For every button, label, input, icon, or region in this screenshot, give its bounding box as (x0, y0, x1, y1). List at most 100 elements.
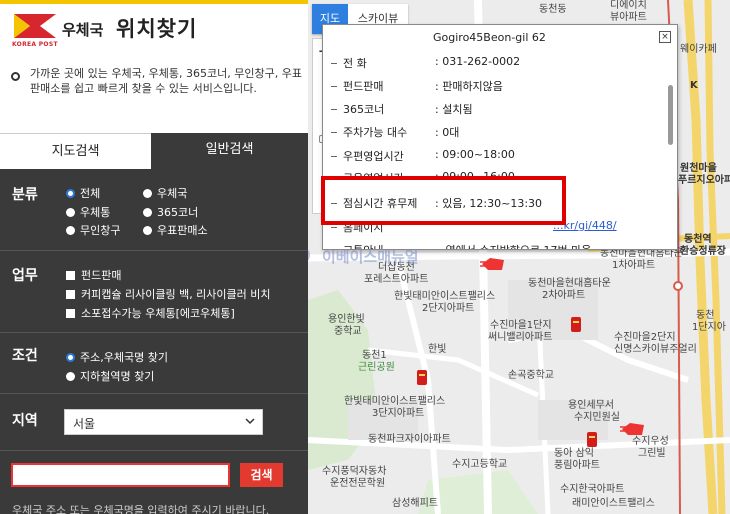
close-icon[interactable]: × (659, 31, 671, 43)
info-row-fund: 펀드판매: 판매하지않음 (323, 78, 643, 98)
map-label: 수지풍덕자동차 (322, 466, 387, 477)
map-view[interactable]: 동천동 디에이치 뷰아파트 웨이카페 K 원천마을 푸르지오아파트 동천마을현대… (308, 0, 730, 514)
post-office-marker-icon[interactable] (480, 256, 506, 272)
map-label: 근린공원 (358, 362, 395, 373)
condition-title: 조건 (12, 348, 38, 364)
info-row-postal-hours: 우편영업시간: 09:00~18:00 (323, 148, 643, 168)
radio-category-unmanned[interactable]: 무인창구 (66, 222, 120, 238)
map-label: 동천 (696, 310, 715, 321)
chevron-down-icon (245, 418, 255, 425)
map-label: 중학교 (334, 326, 362, 337)
map-label: 신명스카이뷰주얼리 (614, 344, 697, 355)
info-scrollbar[interactable] (668, 85, 673, 145)
checkbox-icon (66, 290, 75, 299)
info-row-parking: 주차가능 대수: 0대 (323, 124, 643, 144)
map-label: 2단지아파트 (422, 303, 475, 314)
divider (0, 332, 308, 333)
checkbox-icon (66, 271, 75, 280)
info-address: Gogiro45Beon-gil 62 (433, 31, 546, 44)
divider (0, 450, 308, 451)
map-label: 수진마을2단지 (614, 332, 676, 343)
map-label: 써니밸리아파트 (488, 332, 553, 343)
business-title: 업무 (12, 268, 38, 284)
map-label: 래미안이스트팰리스 (572, 498, 655, 509)
search-input[interactable] (11, 463, 230, 487)
map-label: 한빛 (428, 344, 447, 355)
checkbox-icon (66, 309, 75, 318)
logo-text: KOREA POST (12, 41, 58, 48)
map-label: 한빛태미안이스트팰리스 (394, 291, 496, 302)
title-prefix: 우체국 (62, 21, 104, 39)
search-hint: 우체국 주소 또는 우체국명을 입력하여 주시기 바랍니다. (12, 504, 270, 514)
map-label: 3단지아파트 (372, 408, 425, 419)
radio-category-all[interactable]: 전체 (66, 185, 100, 201)
map-label: 1차아파트 (612, 260, 656, 271)
checkbox-fund-sales[interactable]: 펀드판매 (66, 267, 121, 283)
map-label: 풍림아파트 (554, 460, 600, 471)
map-label: 뷰아파트 (610, 12, 647, 23)
mailbox-marker-icon[interactable] (416, 369, 428, 386)
info-row-phone: 전 화: 031-262-0002 (323, 55, 643, 75)
divider (0, 393, 308, 394)
radio-selected-icon (66, 189, 75, 198)
radio-icon (143, 189, 152, 198)
map-label: 그린빌 (638, 448, 666, 459)
map-label: 환승정류장 (680, 246, 726, 257)
watermark-text: 이베이스매뉴얼 (322, 248, 419, 266)
tab-normal-search[interactable]: 일반검색 (151, 133, 308, 169)
region-value: 서울 (73, 417, 96, 431)
service-description: 가까운 곳에 있는 우체국, 우체통, 365코너, 무인창구, 우표판매소를 … (30, 67, 302, 95)
map-label: 수지고등학교 (452, 459, 508, 470)
region-select[interactable]: 서울 (64, 409, 263, 435)
radio-icon (143, 226, 152, 235)
left-panel: KOREA POST 우체국 위치찾기 가까운 곳에 있는 우체국, 우체통, … (0, 0, 308, 514)
map-label: 운전전문학원 (330, 478, 386, 489)
post-office-marker-icon[interactable] (620, 421, 646, 437)
radio-icon (66, 372, 75, 381)
map-label: 수진마을1단지 (490, 320, 552, 331)
radio-condition-address[interactable]: 주소,우체국명 찾기 (66, 349, 168, 365)
lunch-break-highlight-box (321, 176, 566, 225)
radio-selected-icon (66, 353, 75, 362)
map-label: 동천마을현대홈타운 (528, 278, 611, 289)
map-label: 동천파크자이아파트 (368, 434, 451, 445)
map-label: 동천역 (684, 234, 712, 245)
divider (0, 250, 308, 251)
map-label: 용인세무서 (568, 400, 614, 411)
map-label: 용인한빛 (328, 314, 365, 325)
info-row-365: 365코너: 설치됨 (323, 101, 643, 121)
top-accent-bar (0, 0, 308, 4)
radio-icon (66, 208, 75, 217)
map-label: 삼성해피트 (392, 498, 438, 509)
map-label: 수지민원실 (574, 412, 620, 423)
map-label: 한빛태미안이스트팰리스 (344, 396, 446, 407)
map-label: 손곡중학교 (508, 370, 554, 381)
radio-category-stamp-shop[interactable]: 우표판매소 (143, 222, 208, 238)
radio-icon (143, 208, 152, 217)
category-title: 분류 (12, 187, 38, 203)
radio-category-365-corner[interactable]: 365코너 (143, 204, 198, 220)
checkbox-coffee-capsule[interactable]: 커피캡슐 리사이클링 백, 리사이클러 비치 (66, 286, 271, 302)
mailbox-marker-icon[interactable] (586, 431, 598, 448)
radio-condition-subway[interactable]: 지하철역명 찾기 (66, 368, 154, 384)
mailbox-marker-icon[interactable] (570, 316, 582, 333)
map-label: 디에이치 (610, 0, 647, 11)
tab-map-search[interactable]: 지도검색 (0, 133, 151, 169)
map-label: K (690, 80, 698, 91)
search-button[interactable]: 검색 (240, 463, 283, 487)
map-label: 수지우성 (632, 436, 669, 447)
radio-category-post-office[interactable]: 우체국 (143, 185, 187, 201)
map-label: 동아 삼익 (554, 448, 594, 459)
description-bullet-icon (11, 72, 20, 81)
map-label: 웨이카페 (680, 44, 717, 55)
region-title: 지역 (12, 413, 38, 429)
map-label: 수지한국아파트 (560, 484, 625, 495)
search-filter-panel: 분류 전체 우체국 우체통 365코너 무인창구 우표판매소 업무 펀드판매 커… (0, 169, 308, 514)
radio-icon (66, 226, 75, 235)
map-label: 원천마을 (680, 163, 717, 174)
map-label: 동천동 (539, 4, 567, 15)
radio-category-mailbox[interactable]: 우체통 (66, 204, 110, 220)
page-title: 위치찾기 (116, 17, 198, 41)
map-label: 2차아파트 (542, 290, 586, 301)
checkbox-eco-mailbox[interactable]: 소포접수가능 우체통[에코우체통] (66, 305, 235, 321)
